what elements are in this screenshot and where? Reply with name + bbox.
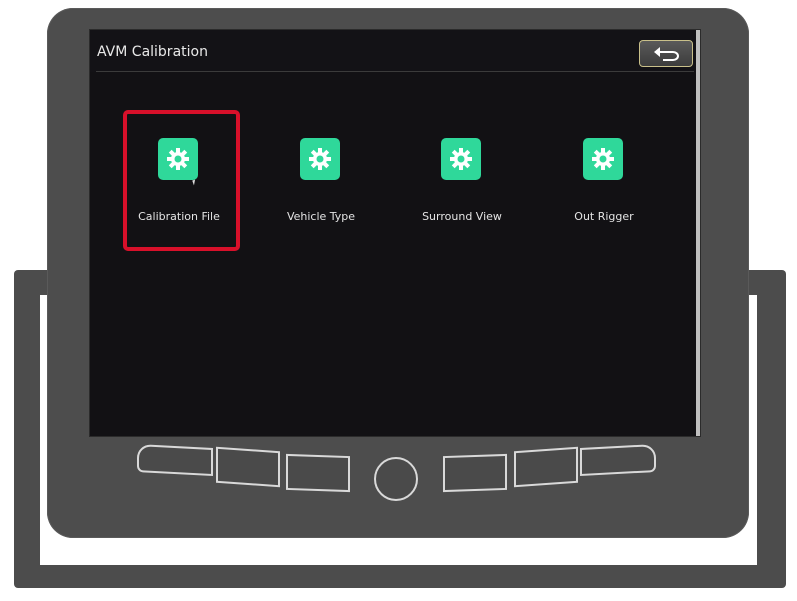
gear-icon bbox=[300, 138, 340, 180]
hw-button-3[interactable] bbox=[286, 453, 350, 493]
hw-button-1[interactable] bbox=[137, 444, 213, 476]
title-divider bbox=[96, 71, 694, 72]
gear-icon bbox=[583, 138, 623, 180]
title-bar: AVM Calibration bbox=[90, 30, 700, 72]
tile-label: Surround View bbox=[422, 210, 502, 223]
hw-button-2[interactable] bbox=[216, 446, 280, 488]
tile-vehicle-type[interactable]: Vehicle Type bbox=[256, 126, 386, 246]
tile-out-rigger[interactable]: Out Rigger bbox=[539, 126, 669, 246]
back-arrow-icon bbox=[654, 47, 679, 61]
hw-button-5[interactable] bbox=[514, 446, 578, 488]
tile-label: Vehicle Type bbox=[286, 210, 356, 223]
screen-edge bbox=[696, 30, 700, 436]
hw-button-4[interactable] bbox=[443, 453, 507, 493]
page-title: AVM Calibration bbox=[97, 44, 208, 60]
selection-highlight bbox=[123, 110, 240, 251]
tile-surround-view[interactable]: Surround View bbox=[397, 126, 527, 246]
hw-button-6[interactable] bbox=[580, 444, 656, 476]
tile-label: Out Rigger bbox=[574, 210, 634, 223]
center-knob[interactable] bbox=[374, 457, 418, 501]
back-button[interactable] bbox=[639, 40, 693, 67]
gear-icon bbox=[441, 138, 481, 180]
